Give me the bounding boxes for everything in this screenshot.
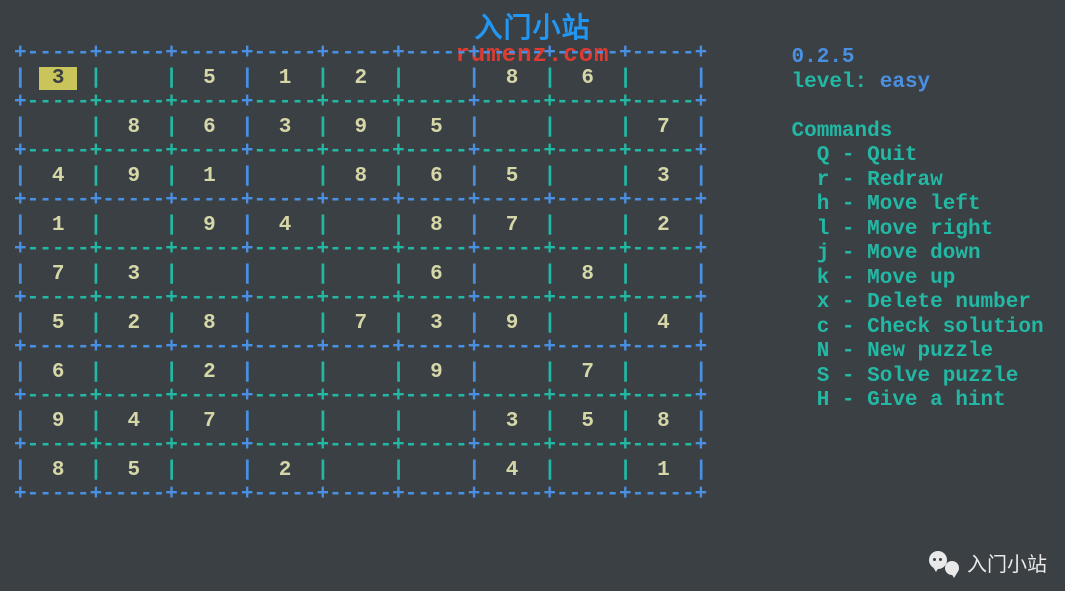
command-line: h - Move left bbox=[792, 193, 1044, 218]
command-line: k - Move up bbox=[792, 267, 1044, 292]
commands-header: Commands bbox=[792, 120, 1044, 145]
command-line: r - Redraw bbox=[792, 169, 1044, 194]
command-line: H - Give a hint bbox=[792, 389, 1044, 414]
command-line: j - Move down bbox=[792, 242, 1044, 267]
command-line: x - Delete number bbox=[792, 291, 1044, 316]
version-line: 0.2.5 bbox=[792, 46, 1044, 71]
command-line: c - Check solution bbox=[792, 316, 1044, 341]
branding-title-cn: 入门小站 bbox=[0, 0, 1065, 46]
level-line: level: easy bbox=[792, 71, 1044, 96]
blank-line bbox=[792, 95, 1044, 120]
command-line: Q - Quit bbox=[792, 144, 1044, 169]
command-line: S - Solve puzzle bbox=[792, 365, 1044, 390]
command-line: l - Move right bbox=[792, 218, 1044, 243]
wechat-icon bbox=[929, 549, 959, 577]
command-line: N - New puzzle bbox=[792, 340, 1044, 365]
watermark: 入门小站 bbox=[929, 548, 1047, 577]
sudoku-grid[interactable]: +-----+-----+-----+-----+-----+-----+---… bbox=[14, 42, 708, 508]
watermark-text: 入门小站 bbox=[967, 548, 1047, 577]
commands-list: Q - Quit r - Redraw h - Move left l - Mo… bbox=[792, 144, 1044, 414]
